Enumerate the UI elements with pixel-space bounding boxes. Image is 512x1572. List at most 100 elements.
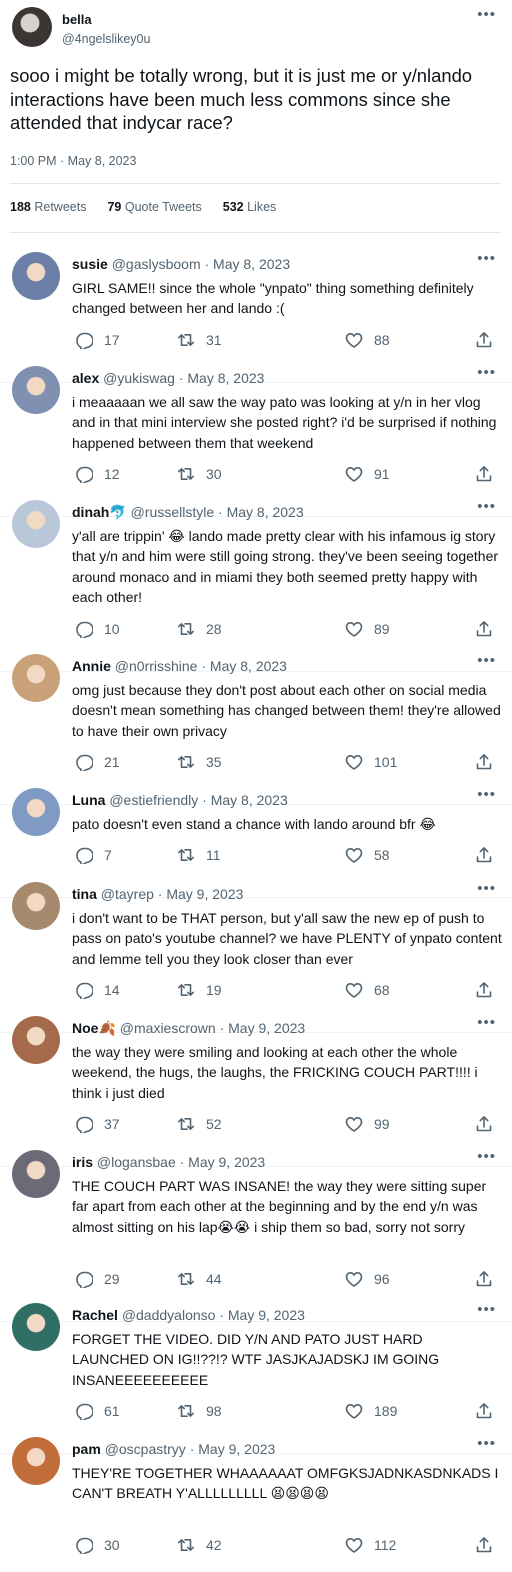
reply-tweet[interactable]: pam @oscpastryy · May 9, 2023 ••• THEY'RE … [0, 1431, 512, 1572]
retweet-button[interactable]: 30 [177, 465, 222, 483]
share-button[interactable] [475, 846, 504, 864]
reply-button[interactable]: 10 [75, 620, 120, 638]
reply-actions: 29 44 96 [72, 1270, 502, 1290]
author-handle-date[interactable]: @yukiswag · May 8, 2023 [103, 370, 264, 386]
retweets-count: 44 [206, 1270, 222, 1287]
more-icon[interactable]: ••• [477, 1301, 496, 1318]
share-button[interactable] [475, 620, 504, 638]
author-handle-date[interactable]: @russellstyle · May 8, 2023 [131, 504, 304, 520]
comments-count: 14 [104, 982, 120, 999]
avatar[interactable] [12, 1303, 60, 1351]
avatar[interactable] [12, 366, 60, 414]
avatar[interactable] [12, 500, 60, 548]
author-handle-date[interactable]: @n0rrisshine · May 8, 2023 [115, 658, 287, 674]
author-handle-date[interactable]: @gaslysboom · May 8, 2023 [112, 256, 290, 272]
like-button[interactable]: 101 [345, 753, 397, 771]
retweet-button[interactable]: 52 [177, 1115, 222, 1133]
author-name[interactable]: dinah [72, 504, 109, 520]
share-button[interactable] [475, 753, 504, 771]
author-name[interactable]: Noe [72, 1020, 98, 1036]
more-icon[interactable]: ••• [477, 1014, 496, 1031]
more-icon[interactable]: ••• [477, 786, 496, 803]
author-name[interactable]: tina [72, 886, 97, 902]
avatar[interactable] [12, 1437, 60, 1485]
author-name[interactable]: iris [72, 1154, 93, 1170]
reply-button[interactable]: 30 [75, 1536, 120, 1555]
tweet-timestamp[interactable]: 1:00 PM · May 8, 2023 [10, 154, 136, 168]
reply-tweet[interactable]: iris @logansbae · May 9, 2023 ••• THE COUC… [0, 1144, 512, 1322]
more-icon[interactable]: ••• [477, 6, 496, 23]
retweet-button[interactable]: 44 [177, 1270, 222, 1288]
share-button[interactable] [475, 1270, 504, 1288]
like-button[interactable]: 189 [345, 1402, 397, 1420]
reply-button[interactable]: 7 [75, 846, 112, 865]
share-button[interactable] [475, 981, 504, 999]
like-button[interactable]: 91 [345, 465, 390, 483]
avatar[interactable] [12, 882, 60, 930]
comment-icon [76, 332, 93, 349]
like-button[interactable]: 68 [345, 981, 390, 999]
retweet-button[interactable]: 98 [177, 1402, 222, 1420]
share-button[interactable] [475, 465, 504, 483]
retweet-button[interactable]: 35 [177, 753, 222, 771]
like-button[interactable]: 99 [345, 1115, 390, 1133]
quotes-stat[interactable]: 79 Quote Tweets [107, 200, 201, 214]
author-handle-date[interactable]: @maxiescrown · May 9, 2023 [120, 1020, 305, 1036]
author-name[interactable]: susie [72, 256, 108, 272]
author-handle-date[interactable]: @estiefriendly · May 8, 2023 [109, 792, 287, 808]
author-name[interactable]: bella [62, 12, 92, 27]
retweet-button[interactable]: 42 [177, 1536, 222, 1554]
likes-stat[interactable]: 532 Likes [223, 200, 277, 214]
author-handle-date[interactable]: @daddyalonso · May 9, 2023 [122, 1307, 305, 1323]
author-name[interactable]: alex [72, 370, 99, 386]
more-icon[interactable]: ••• [477, 652, 496, 669]
avatar[interactable] [12, 1016, 60, 1064]
avatar[interactable] [12, 654, 60, 702]
retweet-icon [178, 756, 194, 769]
share-button[interactable] [475, 331, 504, 349]
more-icon[interactable]: ••• [477, 364, 496, 381]
like-button[interactable]: 96 [345, 1270, 390, 1288]
share-button[interactable] [475, 1115, 504, 1133]
share-button[interactable] [475, 1536, 504, 1554]
author-name[interactable]: Luna [72, 792, 105, 808]
like-button[interactable]: 89 [345, 620, 390, 638]
more-icon[interactable]: ••• [477, 1148, 496, 1165]
reply-button[interactable]: 37 [75, 1115, 120, 1134]
like-button[interactable]: 88 [345, 331, 390, 349]
like-button[interactable]: 58 [345, 846, 390, 864]
retweet-button[interactable]: 11 [177, 846, 221, 864]
reply-button[interactable]: 12 [75, 465, 120, 484]
author-handle-date[interactable]: @tayrep · May 9, 2023 [101, 886, 244, 902]
more-icon[interactable]: ••• [477, 1435, 496, 1452]
reply-button[interactable]: 21 [75, 753, 120, 772]
avatar[interactable] [12, 7, 52, 47]
author-handle-date[interactable]: @oscpastryy · May 9, 2023 [105, 1441, 276, 1457]
comments-count: 7 [104, 847, 112, 864]
retweet-button[interactable]: 31 [177, 331, 222, 349]
avatar[interactable] [12, 1150, 60, 1198]
share-button[interactable] [475, 1402, 504, 1420]
author-name[interactable]: Annie [72, 658, 111, 674]
more-icon[interactable]: ••• [477, 498, 496, 515]
reply-button[interactable]: 14 [75, 981, 120, 1000]
reply-tweet[interactable]: dinah🐬 @russellstyle · May 8, 2023 ••• y'a… [0, 494, 512, 672]
reply-button[interactable]: 61 [75, 1402, 120, 1421]
reply-button[interactable]: 17 [75, 331, 120, 349]
retweets-stat[interactable]: 188 Retweets [10, 200, 86, 214]
avatar[interactable] [12, 252, 60, 300]
more-icon[interactable]: ••• [477, 250, 496, 267]
heart-icon [345, 1117, 363, 1133]
reply-button[interactable]: 29 [75, 1270, 120, 1288]
author-name[interactable]: Rachel [72, 1307, 118, 1323]
author-name[interactable]: pam [72, 1441, 101, 1457]
retweet-button[interactable]: 19 [177, 981, 222, 999]
share-icon [476, 1116, 492, 1132]
like-button[interactable]: 112 [345, 1536, 396, 1554]
retweet-button[interactable]: 28 [177, 620, 222, 638]
more-icon[interactable]: ••• [477, 880, 496, 897]
author-handle[interactable]: @4ngelslikey0u [62, 32, 150, 46]
author-handle-date[interactable]: @logansbae · May 9, 2023 [97, 1154, 265, 1170]
avatar[interactable] [12, 788, 60, 836]
comment-icon [76, 848, 93, 865]
